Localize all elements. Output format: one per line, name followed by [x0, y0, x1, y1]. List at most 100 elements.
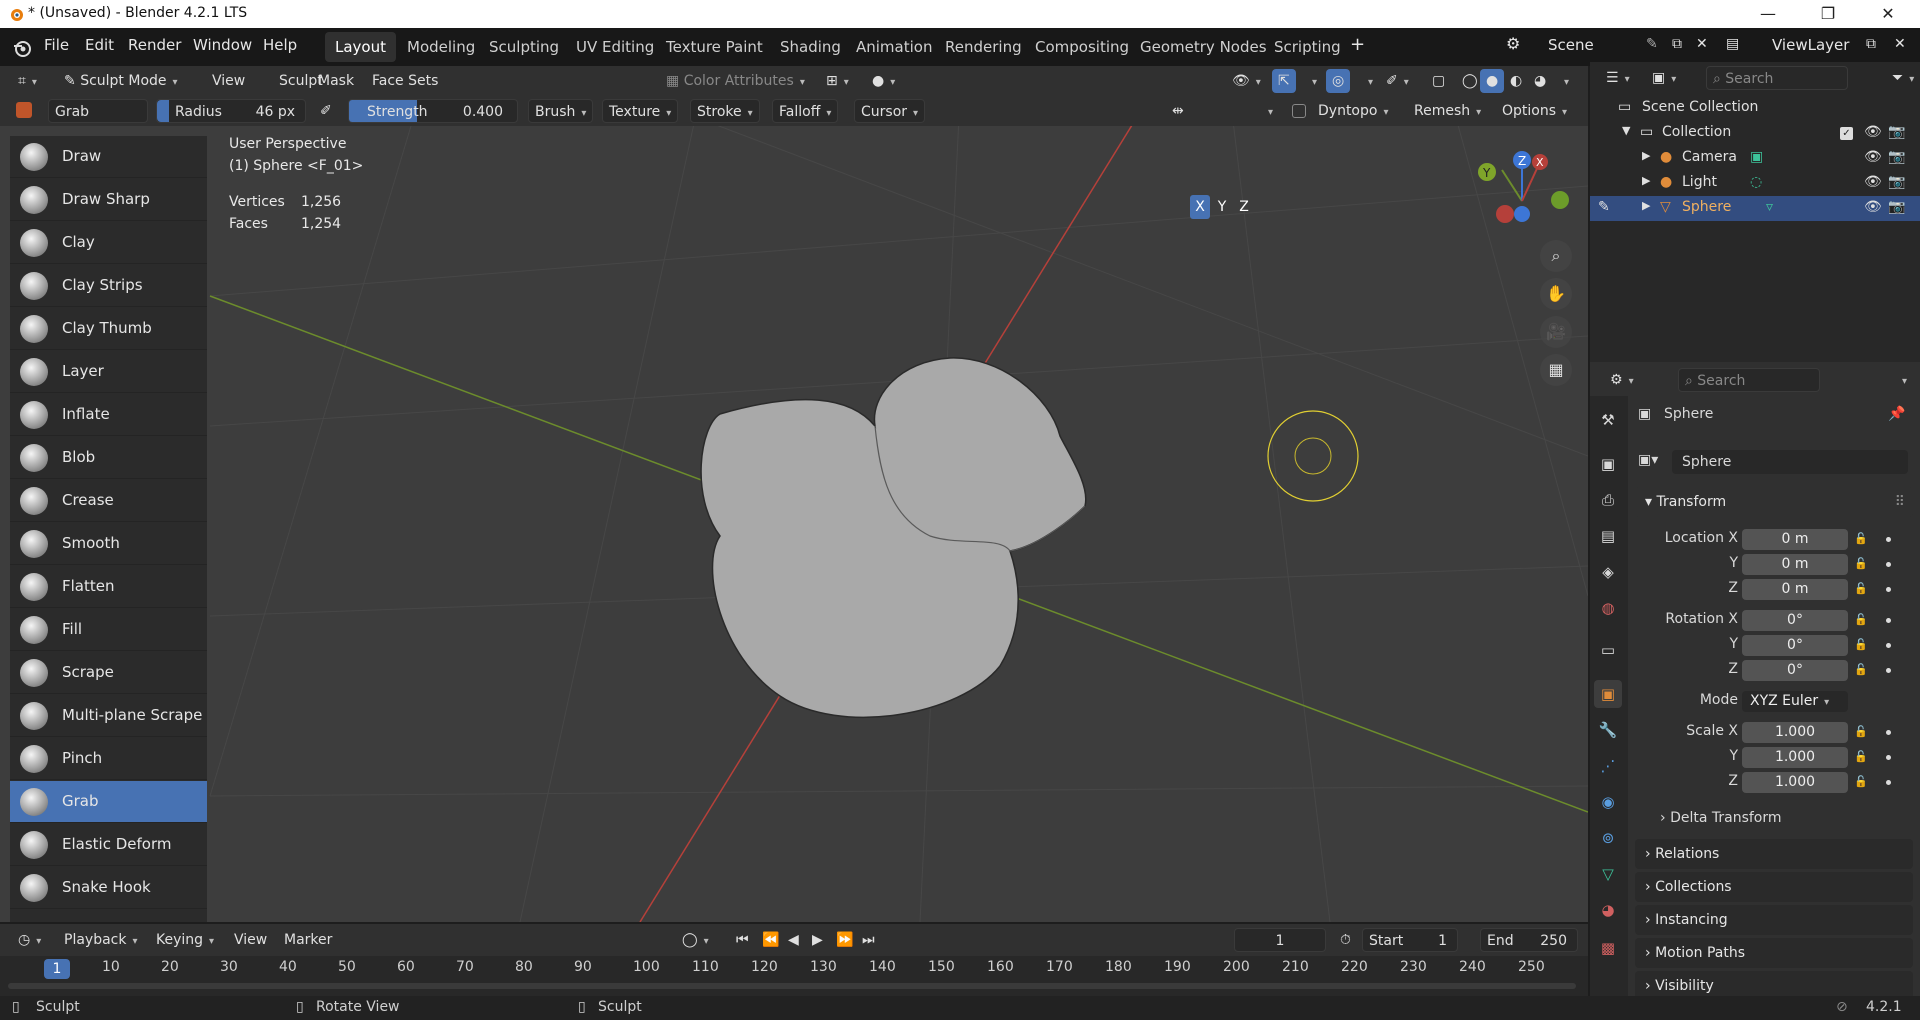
- falloff-dropdown[interactable]: Falloff ▾: [772, 99, 839, 123]
- tab-uv-editing[interactable]: UV Editing: [566, 32, 664, 62]
- keyframe-dot[interactable]: [1886, 618, 1891, 623]
- overlay-dropdown-icon[interactable]: ▾: [1356, 69, 1379, 93]
- new-view-layer-icon[interactable]: ⧉: [1866, 36, 1876, 52]
- rotation-z-field[interactable]: 0°: [1742, 660, 1848, 681]
- pressure-radius-icon[interactable]: ✐: [314, 99, 338, 123]
- location-y-field[interactable]: 0 m: [1742, 554, 1848, 575]
- navigation-gizmo[interactable]: Z X Y: [1465, 146, 1575, 236]
- brush-name-field[interactable]: Grab: [48, 99, 148, 123]
- playback-menu[interactable]: Playback ▾: [58, 928, 144, 952]
- keying-menu[interactable]: Keying ▾: [150, 928, 220, 952]
- keyframe-dot[interactable]: [1886, 755, 1891, 760]
- tab-layout[interactable]: Layout: [325, 32, 396, 62]
- start-frame-field[interactable]: Start 1: [1362, 928, 1458, 952]
- dyntopo-checkbox[interactable]: [1292, 104, 1306, 118]
- playhead[interactable]: 1: [44, 959, 70, 979]
- keyframe-dot[interactable]: [1886, 730, 1891, 735]
- stopwatch-icon[interactable]: ⏱: [1334, 928, 1357, 952]
- brush-item-layer[interactable]: Layer: [10, 351, 207, 393]
- tab-animation[interactable]: Animation: [846, 32, 942, 62]
- outliner-row-light[interactable]: ▶ ● Light ◌ 👁 📷: [1590, 171, 1920, 196]
- mirror-icon[interactable]: ⇹: [1166, 99, 1190, 123]
- properties-options-icon[interactable]: ▾: [1890, 368, 1913, 392]
- brush-item-clay-thumb[interactable]: Clay Thumb: [10, 308, 207, 350]
- delete-scene-icon[interactable]: ✕: [1696, 36, 1708, 52]
- properties-search-input[interactable]: ⌕ Search: [1678, 368, 1820, 392]
- overlay-toggle-icon[interactable]: ◎: [1326, 69, 1351, 93]
- gizmo-toggle-icon[interactable]: ⇱: [1272, 69, 1296, 93]
- light-visibility-icon[interactable]: 👁: [1864, 174, 1882, 190]
- properties-editor-icon[interactable]: ⚙ ▾: [1604, 368, 1640, 392]
- tab-scripting[interactable]: Scripting: [1264, 32, 1351, 62]
- snap-icon[interactable]: ● ▾: [866, 69, 901, 93]
- brush-dropdown[interactable]: Brush ▾: [528, 99, 594, 123]
- blender-menu-icon[interactable]: [12, 38, 32, 58]
- symmetry-dropdown-icon[interactable]: ▾: [1256, 99, 1279, 123]
- keyframe-dot[interactable]: [1886, 668, 1891, 673]
- keyframe-dot[interactable]: [1886, 780, 1891, 785]
- timeline-view-menu[interactable]: View: [228, 928, 273, 952]
- view-layer-name[interactable]: ViewLayer: [1772, 36, 1849, 54]
- keyframe-dot[interactable]: [1886, 562, 1891, 567]
- texture-tab-icon[interactable]: ▩: [1594, 934, 1622, 962]
- zoom-icon[interactable]: ⌕: [1540, 240, 1572, 272]
- brush-item-smooth[interactable]: Smooth: [10, 523, 207, 565]
- keyframe-dot[interactable]: [1886, 587, 1891, 592]
- scene-name[interactable]: Scene: [1548, 36, 1594, 54]
- mesh-overlay-icon[interactable]: ✐ ▾: [1380, 69, 1415, 93]
- ortho-grid-icon[interactable]: ▦: [1540, 354, 1572, 386]
- world-tab-icon[interactable]: ◍: [1594, 594, 1622, 622]
- new-scene-icon[interactable]: ⧉: [1672, 36, 1682, 52]
- texture-dropdown[interactable]: Texture ▾: [602, 99, 679, 123]
- strength-slider[interactable]: Strength 0.400: [348, 99, 518, 123]
- brush-item-inflate[interactable]: Inflate: [10, 394, 207, 436]
- menu-window[interactable]: Window: [193, 36, 252, 54]
- 3d-viewport[interactable]: Z X Y ⌕ ✋ 🎥 ▦ User Perspective (1) Spher…: [0, 96, 1588, 922]
- particles-tab-icon[interactable]: ⋰: [1594, 752, 1622, 780]
- section-instancing[interactable]: › Instancing: [1635, 905, 1913, 935]
- mirror-y-toggle[interactable]: Y: [1212, 195, 1232, 219]
- object-datablock-icon[interactable]: ▣▾: [1638, 452, 1658, 468]
- lock-icon[interactable]: 🔓: [1854, 663, 1868, 677]
- constraints-tab-icon[interactable]: ⊚: [1594, 824, 1622, 852]
- menu-edit[interactable]: Edit: [85, 36, 114, 54]
- tab-shading[interactable]: Shading: [770, 32, 851, 62]
- rotation-mode-dropdown[interactable]: XYZ Euler ▾: [1742, 691, 1848, 712]
- shading-dropdown-icon[interactable]: ▾: [1552, 69, 1575, 93]
- pin-scene-icon[interactable]: ✎: [1646, 36, 1658, 52]
- color-attributes-dropdown[interactable]: ▦ Color Attributes ▾: [660, 69, 811, 93]
- menu-view[interactable]: View: [206, 69, 251, 93]
- section-relations[interactable]: › Relations: [1635, 839, 1913, 869]
- light-render-icon[interactable]: 📷: [1888, 174, 1905, 190]
- brush-item-scrape[interactable]: Scrape: [10, 652, 207, 694]
- collection-render-icon[interactable]: 📷: [1888, 124, 1905, 140]
- render-tab-icon[interactable]: ▣: [1594, 450, 1622, 478]
- keyframe-dot[interactable]: [1886, 537, 1891, 542]
- camera-render-icon[interactable]: 📷: [1888, 149, 1905, 165]
- object-name-field[interactable]: Sphere: [1672, 450, 1908, 474]
- brush-item-grab[interactable]: Grab: [10, 781, 207, 823]
- lock-icon[interactable]: 🔓: [1854, 532, 1868, 546]
- xray-icon[interactable]: ▢: [1426, 69, 1451, 93]
- light-expand-icon[interactable]: ▶: [1642, 174, 1650, 187]
- location-x-field[interactable]: 0 m: [1742, 529, 1848, 550]
- tool-tab-icon[interactable]: ⚒: [1594, 406, 1622, 434]
- rotation-x-field[interactable]: 0°: [1742, 610, 1848, 631]
- menu-help[interactable]: Help: [263, 36, 297, 54]
- play-icon[interactable]: ▶: [806, 928, 829, 952]
- timeline-editor-icon[interactable]: ◷ ▾: [12, 928, 47, 952]
- pin-icon[interactable]: 📌: [1888, 406, 1905, 422]
- scale-x-field[interactable]: 1.000: [1742, 722, 1848, 743]
- radius-slider[interactable]: Radius 46 px: [156, 99, 306, 123]
- filter-icon[interactable]: ⏷ ▾: [1886, 66, 1920, 90]
- remesh-dropdown[interactable]: Remesh ▾: [1408, 99, 1487, 123]
- tab-texture-paint[interactable]: Texture Paint: [656, 32, 773, 62]
- modifier-tab-icon[interactable]: 🔧: [1594, 716, 1622, 744]
- mirror-x-toggle[interactable]: X: [1190, 195, 1210, 219]
- delete-view-layer-icon[interactable]: ✕: [1894, 36, 1906, 52]
- keyframe-dot[interactable]: [1886, 643, 1891, 648]
- lock-icon[interactable]: 🔓: [1854, 775, 1868, 789]
- tab-sculpting[interactable]: Sculpting: [479, 32, 569, 62]
- marker-menu[interactable]: Marker: [278, 928, 338, 952]
- outliner-search-input[interactable]: ⌕ Search: [1706, 66, 1848, 90]
